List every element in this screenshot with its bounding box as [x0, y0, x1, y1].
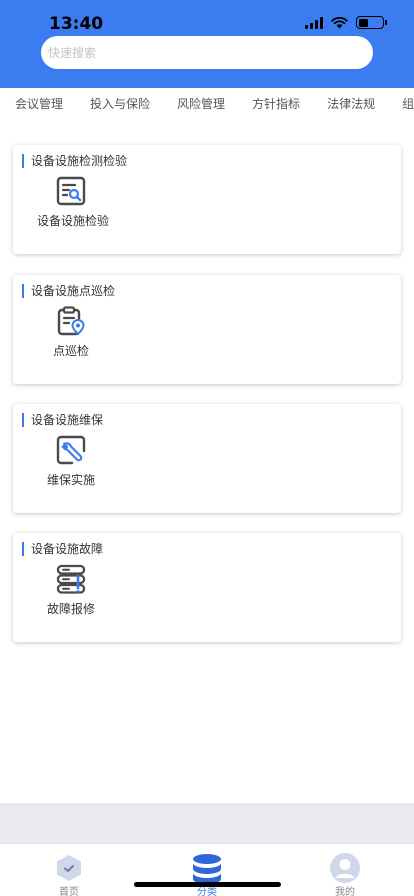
battery-icon [356, 16, 387, 29]
card-item-label: 点巡检 [52, 344, 89, 358]
home-indicator[interactable] [134, 882, 281, 887]
card-item-label: 维保实施 [46, 473, 95, 487]
search-box[interactable] [41, 36, 373, 69]
card-title: 设备设施检测检验 [22, 154, 127, 168]
tab-mine-label: 我的 [335, 887, 355, 896]
status-time: 13:40 [49, 14, 104, 34]
tab-policy-indicators[interactable]: 方针指标 [252, 95, 300, 112]
bottom-tab-bar: 首页 分类 我的 [0, 843, 414, 896]
category-tabs-bar: 会议管理 投入与保险 风险管理 方针指标 法律法规 组织 [0, 88, 414, 118]
wifi-icon [331, 16, 348, 28]
main-content: 设备设施检测检验 设备设施检验 设备设施点巡检 点巡检 设备设施维保 维保实施 … [0, 118, 414, 803]
home-icon [57, 855, 81, 881]
fault-report-button[interactable]: 故障报修 [37, 563, 105, 617]
card-item-label: 设备设施检验 [37, 214, 110, 228]
category-tabs: 会议管理 投入与保险 风险管理 方针指标 法律法规 组织 [15, 95, 414, 112]
equipment-inspection-button[interactable]: 设备设施检验 [37, 175, 110, 229]
tab-risk-management[interactable]: 风险管理 [177, 95, 225, 112]
card-item-label: 故障报修 [46, 602, 95, 616]
content-footer-divider [0, 803, 414, 843]
card-inspection-testing: 设备设施检测检验 设备设施检验 [13, 145, 401, 254]
tab-home[interactable]: 首页 [29, 844, 109, 896]
card-title: 设备设施故障 [22, 542, 103, 556]
card-patrol-inspection: 设备设施点巡检 点巡检 [13, 275, 401, 384]
inspection-doc-icon [56, 176, 86, 206]
search-input[interactable] [48, 45, 373, 60]
tab-meeting-management[interactable]: 会议管理 [15, 95, 63, 112]
card-maintenance: 设备设施维保 维保实施 [13, 404, 401, 513]
tab-laws-regulations[interactable]: 法律法规 [327, 95, 375, 112]
tab-organization[interactable]: 组织 [402, 95, 414, 112]
app-header: 13:40 [0, 0, 414, 88]
tab-mine[interactable]: 我的 [305, 844, 385, 896]
card-title: 设备设施点巡检 [22, 284, 115, 298]
user-avatar-icon [330, 853, 360, 883]
card-title: 设备设施维保 [22, 413, 103, 427]
tab-home-label: 首页 [59, 887, 79, 896]
cellular-signal-icon [305, 16, 323, 29]
status-icons [305, 16, 387, 29]
server-alert-icon [56, 564, 86, 594]
tab-category[interactable]: 分类 [167, 844, 247, 896]
patrol-inspection-button[interactable]: 点巡检 [37, 305, 105, 359]
tab-investment-insurance[interactable]: 投入与保险 [90, 95, 150, 112]
card-fault: 设备设施故障 故障报修 [13, 533, 401, 642]
database-icon [193, 854, 221, 884]
clipboard-location-icon [57, 306, 85, 336]
wrench-icon [56, 435, 86, 465]
maintenance-implementation-button[interactable]: 维保实施 [37, 434, 105, 488]
